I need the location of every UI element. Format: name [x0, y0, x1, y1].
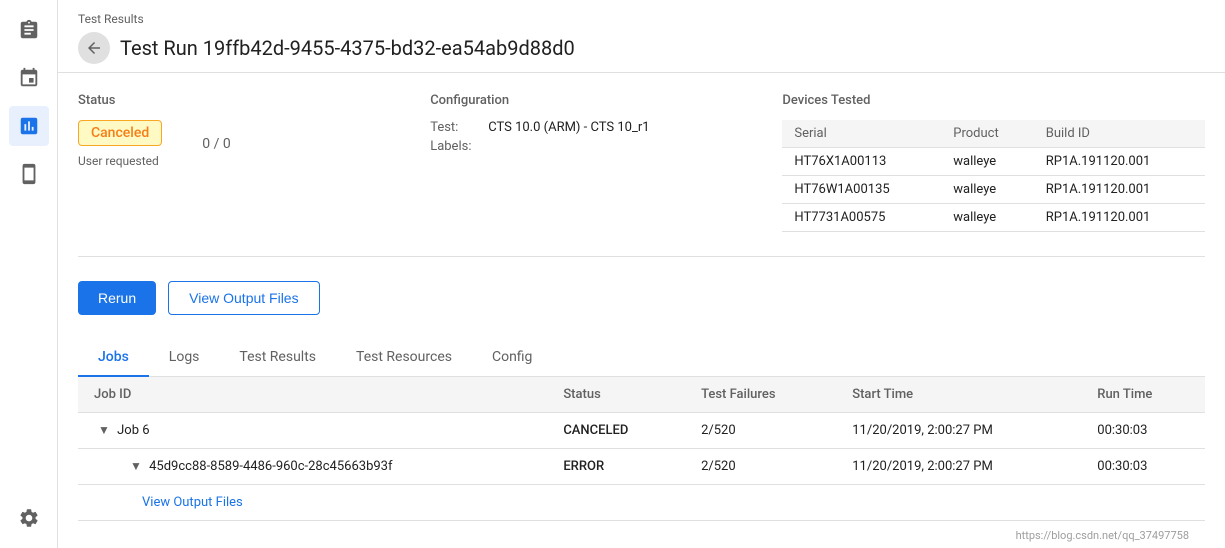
sidebar-item-clipboard[interactable] — [9, 10, 49, 50]
title-row: Test Run 19ffb42d-9455-4375-bd32-ea54ab9… — [78, 32, 1205, 64]
view-output-row: View Output Files — [78, 485, 1205, 521]
devices-col-buildid: Build ID — [1034, 120, 1205, 148]
sidebar-item-calendar[interactable] — [9, 58, 49, 98]
rerun-button[interactable]: Rerun — [78, 281, 156, 315]
view-output-button[interactable]: View Output Files — [168, 281, 319, 315]
config-test-val: CTS 10.0 (ARM) - CTS 10_r1 — [488, 120, 649, 135]
status-sub: User requested — [78, 154, 162, 168]
jobs-col-status: Status — [547, 377, 685, 413]
action-buttons: Rerun View Output Files — [78, 281, 1205, 315]
progress-text: 0 / 0 — [202, 136, 230, 152]
tab-logs[interactable]: Logs — [149, 339, 220, 377]
config-test-key: Test: — [430, 120, 480, 135]
sidebar-item-phone[interactable] — [9, 154, 49, 194]
devices-table: Serial Product Build ID HT76X1A00113wall… — [782, 120, 1205, 232]
jobs-table: Job ID Status Test Failures Start Time R… — [78, 377, 1205, 521]
devices-label: Devices Tested — [782, 93, 1205, 108]
header: Test Results Test Run 19ffb42d-9455-4375… — [58, 0, 1225, 73]
jobs-col-failures: Test Failures — [685, 377, 836, 413]
tabs-bar: JobsLogsTest ResultsTest ResourcesConfig — [78, 339, 1205, 377]
status-col: Status Canceled User requested 0 / 0 — [78, 93, 430, 232]
tab-jobs[interactable]: Jobs — [78, 339, 149, 377]
devices-col-serial: Serial — [782, 120, 941, 148]
tab-test-resources[interactable]: Test Resources — [336, 339, 472, 377]
tab-config[interactable]: Config — [472, 339, 552, 377]
status-label: Status — [78, 93, 430, 108]
jobs-col-start: Start Time — [836, 377, 1081, 413]
table-row: HT7731A00575walleyeRP1A.191120.001 — [782, 204, 1205, 232]
table-row: ▼ 45d9cc88-8589-4486-960c-28c45663b93fER… — [78, 449, 1205, 485]
jobs-col-id: Job ID — [78, 377, 547, 413]
config-labels-key: Labels: — [430, 139, 480, 154]
sidebar-item-chart[interactable] — [9, 106, 49, 146]
config-label: Configuration — [430, 93, 782, 108]
page-title: Test Run 19ffb42d-9455-4375-bd32-ea54ab9… — [120, 36, 575, 60]
sidebar-item-settings[interactable] — [9, 498, 49, 538]
status-badge: Canceled — [78, 120, 162, 146]
info-section: Status Canceled User requested 0 / 0 Con… — [78, 93, 1205, 257]
table-row: ▼ Job 6CANCELED2/52011/20/2019, 2:00:27 … — [78, 413, 1205, 449]
back-button[interactable] — [78, 32, 110, 64]
jobs-col-runtime: Run Time — [1081, 377, 1205, 413]
footer-link: https://blog.csdn.net/qq_37497758 — [78, 525, 1205, 546]
config-test-row: Test: CTS 10.0 (ARM) - CTS 10_r1 — [430, 120, 782, 135]
table-row: HT76W1A00135walleyeRP1A.191120.001 — [782, 176, 1205, 204]
view-output-files-link[interactable]: View Output Files — [142, 495, 243, 510]
expand-button[interactable]: ▼ — [94, 423, 114, 437]
devices-col: Devices Tested Serial Product Build ID H… — [782, 93, 1205, 232]
config-labels-row: Labels: — [430, 139, 782, 154]
content-area: Status Canceled User requested 0 / 0 Con… — [58, 73, 1225, 548]
breadcrumb: Test Results — [78, 12, 1205, 26]
main-content: Test Results Test Run 19ffb42d-9455-4375… — [58, 0, 1225, 548]
config-col: Configuration Test: CTS 10.0 (ARM) - CTS… — [430, 93, 782, 232]
tab-test-results[interactable]: Test Results — [219, 339, 336, 377]
table-row: HT76X1A00113walleyeRP1A.191120.001 — [782, 148, 1205, 176]
expand-button[interactable]: ▼ — [126, 459, 146, 473]
status-row: Canceled User requested 0 / 0 — [78, 120, 430, 168]
devices-col-product: Product — [941, 120, 1033, 148]
sidebar — [0, 0, 58, 548]
